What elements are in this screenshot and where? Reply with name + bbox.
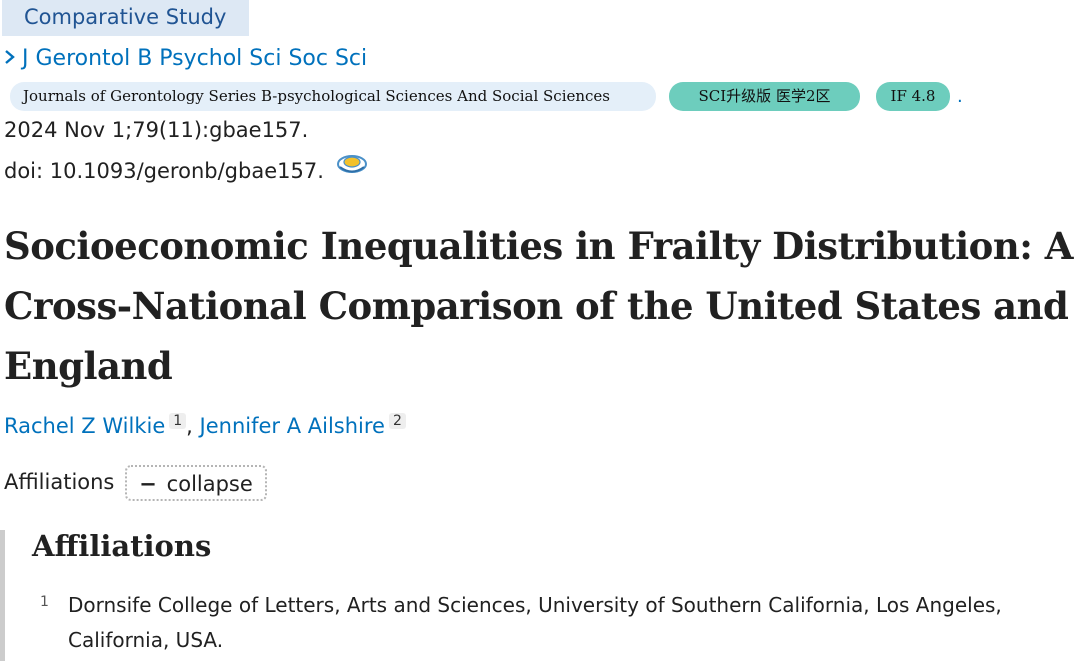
journal-full-name-badge: Journals of Gerontology Series B-psychol… (10, 82, 656, 111)
affiliations-toggle-row: Affiliations − collapse (4, 465, 267, 501)
affiliations-panel: Affiliations 1 Dornsife College of Lette… (0, 529, 1080, 661)
affiliation-text: Dornsife College of Letters, Arts and Sc… (68, 593, 1002, 652)
publication-type-tag: Comparative Study (2, 0, 249, 36)
journal-abbrev: J Gerontol B Psychol Sci Soc Sci (22, 46, 368, 71)
doi-text: doi: 10.1093/geronb/gbae157. (4, 159, 324, 183)
author-list: Rachel Z Wilkie 1, Jennifer A Ailshire 2 (4, 413, 406, 438)
article-title: Socioeconomic Inequalities in Frailty Di… (4, 224, 1073, 388)
journal-link[interactable]: J Gerontol B Psychol Sci Soc Sci (4, 46, 367, 71)
chevron-right-icon (4, 46, 16, 71)
affiliation-ref[interactable]: 2 (388, 413, 406, 429)
author-link[interactable]: Rachel Z Wilkie (4, 414, 165, 438)
sci-ranking-badge: SCI升级版 医学2区 (669, 82, 860, 111)
collapse-affiliations-button[interactable]: − collapse (125, 465, 267, 501)
panel-left-border (0, 530, 5, 661)
author-link[interactable]: Jennifer A Ailshire (200, 414, 385, 438)
affiliations-label: Affiliations (4, 470, 115, 494)
minus-icon: − (139, 472, 157, 496)
badge-trailing-dot: . (957, 86, 963, 107)
collapse-label: collapse (166, 472, 253, 496)
doi-lookup-icon[interactable] (335, 152, 369, 176)
affiliations-heading: Affiliations (32, 529, 212, 563)
author-separator: , (186, 414, 193, 438)
citation-details: 2024 Nov 1;79(11):gbae157. (4, 118, 309, 142)
affiliation-ref[interactable]: 1 (169, 413, 187, 429)
affiliation-number: 1 (40, 594, 49, 610)
impact-factor-badge: IF 4.8 (876, 82, 950, 111)
